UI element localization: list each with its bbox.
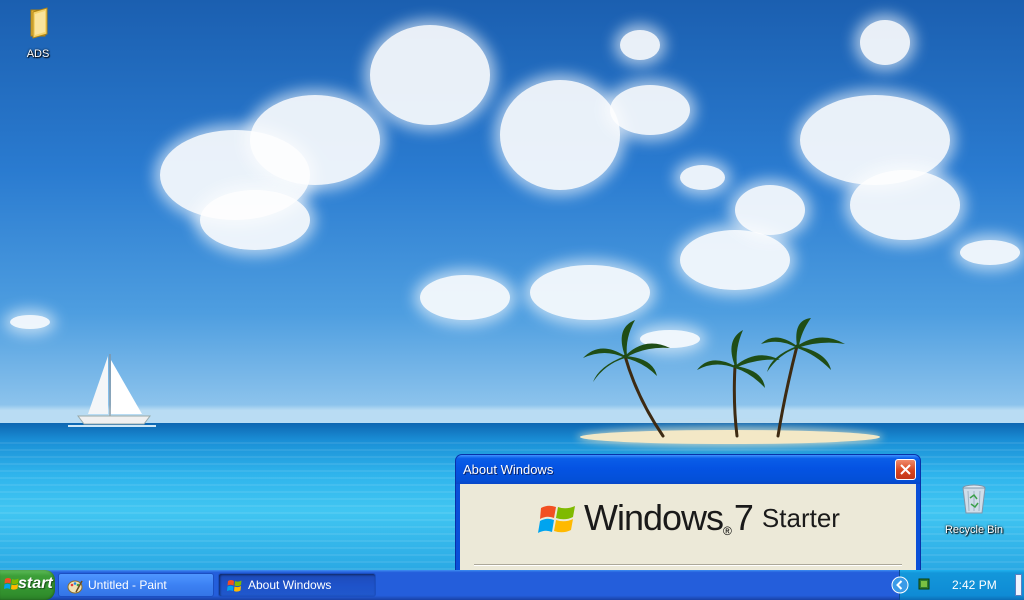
desktop-icon-label: Recycle Bin	[944, 524, 1004, 536]
desktop: ADS Recycle Bin About Windows Windows ® …	[0, 0, 1024, 570]
palm-trees	[583, 318, 845, 438]
taskbar-button-label: Untitled - Paint	[88, 578, 167, 592]
edition-name: Starter	[761, 503, 840, 533]
taskbar-button-label: About Windows	[248, 578, 332, 592]
cloud	[610, 85, 690, 135]
brand-name: Windows	[584, 497, 724, 538]
cloud	[680, 230, 790, 290]
close-button[interactable]	[895, 459, 916, 480]
desktop-icon-ads[interactable]: ADS	[0, 6, 76, 60]
paint-icon	[67, 580, 83, 594]
cloud	[620, 30, 660, 60]
taskbar-button-paint[interactable]: Untitled - Paint	[58, 573, 214, 597]
taskbar: start Untitled - Paint About Windows 2:4…	[0, 570, 1024, 600]
start-label: start	[18, 575, 53, 592]
version-number: 7	[733, 497, 754, 538]
about-windows-dialog[interactable]: About Windows Windows ® 7 Starter	[455, 454, 921, 570]
cloud	[850, 170, 960, 240]
windows-flag-icon	[227, 580, 242, 592]
desktop-icon-label: ADS	[26, 48, 50, 60]
dialog-client-area: Windows ® 7 Starter	[460, 484, 916, 570]
divider	[474, 564, 902, 566]
recycle-bin-icon	[962, 484, 986, 514]
sailboat	[68, 354, 156, 427]
network-icon[interactable]	[918, 578, 930, 590]
cloud	[10, 315, 50, 329]
dialog-titlebar[interactable]: About Windows	[456, 455, 920, 484]
cloud	[530, 265, 650, 320]
cloud	[250, 95, 380, 185]
show-desktop-edge[interactable]	[1015, 574, 1022, 596]
trademark-symbol: ®	[723, 524, 732, 538]
chevron-left-icon[interactable]	[891, 576, 909, 594]
taskbar-button-about-windows[interactable]: About Windows	[218, 573, 376, 597]
cloud	[960, 240, 1020, 265]
clock[interactable]: 2:42 PM	[952, 578, 997, 592]
dialog-title: About Windows	[463, 462, 554, 477]
close-icon	[900, 464, 911, 475]
cloud	[500, 80, 620, 190]
cloud	[680, 165, 725, 190]
cloud	[420, 275, 510, 320]
folder-icon	[30, 7, 48, 39]
desktop-icon-recycle-bin[interactable]: Recycle Bin	[936, 482, 1012, 536]
cloud	[735, 185, 805, 235]
cloud	[200, 190, 310, 250]
windows-logo: Windows ® 7 Starter	[538, 498, 840, 538]
windows-flag-icon	[538, 505, 575, 533]
cloud	[370, 25, 490, 125]
cloud	[800, 95, 950, 185]
cloud	[860, 20, 910, 65]
start-button[interactable]: start	[0, 570, 55, 600]
system-tray: 2:42 PM	[891, 570, 1024, 600]
